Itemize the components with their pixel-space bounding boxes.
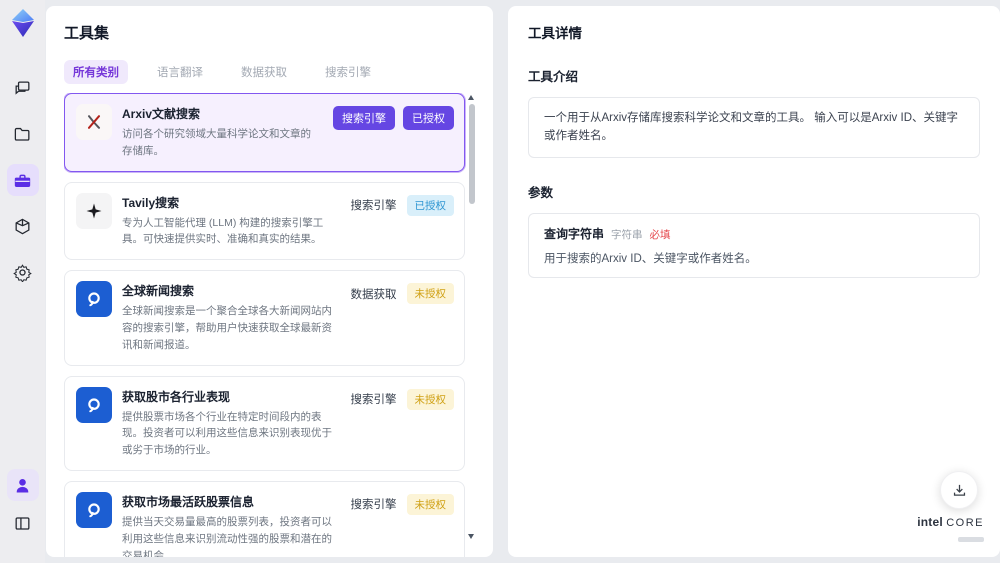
brand-subtext bbox=[958, 537, 984, 542]
tool-badges: 搜索引擎 未授权 bbox=[350, 388, 454, 410]
tool-description: 专为人工智能代理 (LLM) 构建的搜索引擎工具。可快速提供实时、准确和真实的结… bbox=[122, 216, 324, 246]
tool-list-scrollbar[interactable] bbox=[468, 93, 475, 557]
arxiv-logo-icon bbox=[76, 104, 112, 140]
tool-description: 全球新闻搜索是一个聚合全球各大新闻网站内容的搜索引擎，帮助用户快速获取全球最新资… bbox=[122, 305, 332, 351]
intro-text: 一个用于从Arxiv存储库搜索科学论文和文章的工具。 输入可以是Arxiv ID… bbox=[544, 112, 958, 143]
page-title: 工具集 bbox=[64, 25, 110, 42]
param-box: 查询字符串 字符串 必填 用于搜索的Arxiv ID、关键字或作者姓名。 bbox=[528, 212, 980, 278]
param-name: 查询字符串 bbox=[544, 226, 605, 241]
tool-list-panel: 工具集 所有类别 语言翻译 数据获取 搜索引擎 Arxiv文献搜索 访问各个研究… bbox=[46, 6, 493, 557]
scroll-down-arrow[interactable] bbox=[468, 534, 474, 539]
tool-list-item[interactable]: 获取市场最活跃股票信息 提供当天交易量最高的股票列表，投资者可以利用这些信息来识… bbox=[64, 480, 465, 557]
sidebar-item-settings[interactable] bbox=[7, 256, 39, 288]
sidebar-rail bbox=[0, 0, 45, 563]
user-icon bbox=[16, 478, 29, 492]
sidebar-item-collapse[interactable] bbox=[7, 507, 39, 539]
tool-list-item[interactable]: Arxiv文献搜索 访问各个研究领域大量科学论文和文章的存储库。 搜索引擎 已授… bbox=[64, 93, 465, 172]
tool-name: 全球新闻搜索 bbox=[122, 284, 195, 299]
tool-info: Arxiv文献搜索 访问各个研究领域大量科学论文和文章的存储库。 bbox=[122, 104, 321, 160]
tool-description: 提供当天交易量最高的股票列表，投资者可以利用这些信息来识别流动性强的股票和潜在的… bbox=[122, 515, 332, 557]
intel-wordmark: intel bbox=[917, 515, 943, 529]
tool-list-item[interactable]: 获取股市各行业表现 提供股票市场各个行业在特定时间段内的表现。投资者可以利用这些… bbox=[64, 375, 465, 471]
app-logo-icon[interactable] bbox=[9, 8, 37, 38]
tool-badges: 数据获取 未授权 bbox=[350, 283, 454, 305]
intel-core-logo: intel CORE bbox=[917, 515, 984, 547]
cube-icon bbox=[15, 218, 30, 234]
tool-name: Tavily搜索 bbox=[122, 195, 180, 210]
params-heading: 参数 bbox=[528, 185, 554, 200]
scroll-up-arrow[interactable] bbox=[468, 95, 474, 100]
intro-box: 一个用于从Arxiv存储库搜索科学论文和文章的工具。 输入可以是Arxiv ID… bbox=[528, 97, 980, 158]
tool-badges: 搜索引擎 已授权 bbox=[333, 106, 454, 130]
scrollbar-thumb[interactable] bbox=[469, 104, 475, 204]
tool-name: 获取股市各行业表现 bbox=[122, 389, 231, 404]
tool-info: 获取股市各行业表现 提供股票市场各个行业在特定时间段内的表现。投资者可以利用这些… bbox=[122, 387, 339, 459]
tool-category-label: 搜索引擎 bbox=[350, 499, 397, 512]
folder-icon bbox=[14, 127, 30, 141]
tool-list: Arxiv文献搜索 访问各个研究领域大量科学论文和文章的存储库。 搜索引擎 已授… bbox=[64, 93, 475, 557]
tool-description: 提供股票市场各个行业在特定时间段内的表现。投资者可以利用这些信息来识别表现优于或… bbox=[122, 410, 332, 457]
intro-heading: 工具介绍 bbox=[528, 70, 579, 84]
tool-auth-badge: 未授权 bbox=[406, 493, 454, 515]
category-tab[interactable]: 所有类别 bbox=[64, 60, 128, 84]
tool-category-label: 搜索引擎 bbox=[350, 394, 397, 407]
tool-category-label: 数据获取 bbox=[350, 288, 397, 301]
tool-auth-badge: 未授权 bbox=[406, 283, 454, 305]
category-tab[interactable]: 搜索引擎 bbox=[316, 60, 380, 84]
main-area: 工具集 所有类别 语言翻译 数据获取 搜索引擎 Arxiv文献搜索 访问各个研究… bbox=[45, 0, 1000, 563]
param-header: 查询字符串 字符串 必填 bbox=[544, 225, 964, 242]
tool-info: 全球新闻搜索 全球新闻搜索是一个聚合全球各大新闻网站内容的搜索引擎，帮助用户快速… bbox=[122, 281, 339, 353]
tool-auth-badge: 已授权 bbox=[403, 106, 454, 130]
tool-description: 访问各个研究领域大量科学论文和文章的存储库。 bbox=[122, 128, 311, 157]
param-type: 字符串 bbox=[611, 228, 643, 241]
sidebar-item-profile[interactable] bbox=[6, 469, 39, 501]
category-tabs: 所有类别 语言翻译 数据获取 搜索引擎 bbox=[64, 60, 475, 84]
app-window: 工具集 所有类别 语言翻译 数据获取 搜索引擎 Arxiv文献搜索 访问各个研究… bbox=[0, 0, 1000, 563]
sparkle-icon bbox=[76, 192, 112, 229]
news-search-icon bbox=[76, 491, 112, 528]
sidebar-item-chat[interactable] bbox=[7, 72, 39, 104]
tool-badges: 搜索引擎 未授权 bbox=[350, 493, 454, 515]
tool-list-item[interactable]: 全球新闻搜索 全球新闻搜索是一个聚合全球各大新闻网站内容的搜索引擎，帮助用户快速… bbox=[64, 270, 465, 366]
tool-detail-panel: 工具详情 工具介绍 一个用于从Arxiv存储库搜索科学论文和文章的工具。 输入可… bbox=[508, 6, 1000, 557]
news-search-icon bbox=[76, 281, 112, 318]
param-required-badge: 必填 bbox=[649, 228, 671, 241]
sidebar-item-packages[interactable] bbox=[7, 210, 39, 242]
download-button[interactable] bbox=[940, 471, 978, 509]
gear-icon bbox=[13, 263, 32, 282]
tool-list-item[interactable]: Tavily搜索 专为人工智能代理 (LLM) 构建的搜索引擎工具。可快速提供实… bbox=[64, 181, 465, 261]
toolbox-icon bbox=[14, 174, 31, 187]
param-description: 用于搜索的Arxiv ID、关键字或作者姓名。 bbox=[544, 252, 757, 265]
tool-auth-badge: 已授权 bbox=[406, 194, 454, 216]
tool-info: Tavily搜索 专为人工智能代理 (LLM) 构建的搜索引擎工具。可快速提供实… bbox=[122, 193, 339, 249]
tool-category-label: 搜索引擎 bbox=[350, 200, 397, 213]
sidebar-item-tools[interactable] bbox=[6, 164, 39, 196]
chat-icon bbox=[15, 81, 30, 95]
tool-name: 获取市场最活跃股票信息 bbox=[122, 494, 255, 509]
tool-auth-badge: 未授权 bbox=[406, 388, 454, 410]
tool-category-label: 搜索引擎 bbox=[333, 106, 395, 130]
core-wordmark: CORE bbox=[946, 517, 984, 529]
panel-icon bbox=[15, 516, 30, 530]
category-tab[interactable]: 语言翻译 bbox=[148, 60, 212, 84]
tool-name: Arxiv文献搜索 bbox=[122, 107, 201, 121]
category-tab[interactable]: 数据获取 bbox=[232, 60, 296, 84]
news-search-icon bbox=[76, 386, 112, 423]
detail-title: 工具详情 bbox=[528, 26, 582, 41]
tool-info: 获取市场最活跃股票信息 提供当天交易量最高的股票列表，投资者可以利用这些信息来识… bbox=[122, 492, 339, 557]
download-icon bbox=[953, 484, 965, 496]
sidebar-item-files[interactable] bbox=[7, 118, 39, 150]
tool-badges: 搜索引擎 已授权 bbox=[350, 194, 454, 216]
